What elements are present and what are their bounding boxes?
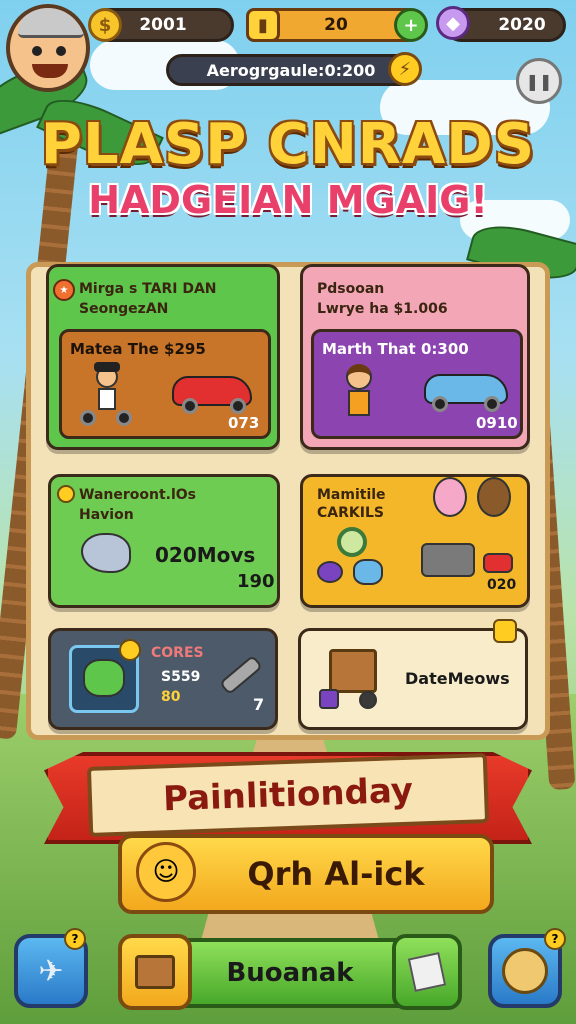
main-action-label: Buoanak [226, 958, 354, 988]
character-biker [80, 362, 132, 426]
add-energy-button[interactable]: + [394, 8, 428, 42]
gem-icon: ◆ [436, 6, 470, 40]
shop-card-cores[interactable]: CORES S559 80 7 [48, 628, 278, 730]
character-pink [433, 477, 467, 517]
energy-value: 20 [324, 15, 348, 35]
player-avatar[interactable] [6, 4, 90, 92]
sun-mascot-icon: ☺ [136, 842, 196, 902]
bundle-value: 020 [487, 577, 517, 593]
gems-value: 2020 [498, 15, 546, 35]
paper-icon [407, 952, 447, 992]
offer-label: Marth That 0:300 [322, 340, 469, 358]
timer-text: Aerogrgaule:0:200 [206, 60, 376, 80]
shop-card-bundles[interactable]: Mamitile CARKILS 020 [300, 474, 530, 608]
card-subheader: CARKILS [317, 505, 384, 521]
teapot-icon [353, 559, 383, 585]
wheel [432, 396, 448, 412]
wheel-block [319, 689, 339, 709]
crate-icon [329, 649, 377, 693]
item-big-label: 020Movs [155, 543, 256, 567]
energy-icon: ▮ [246, 8, 280, 42]
crates-label: DateMeows [405, 669, 510, 688]
compass-icon [502, 948, 548, 994]
coin-icon [493, 619, 517, 643]
crate-icon [135, 955, 175, 989]
purple-blob-icon [317, 561, 343, 583]
pause-icon: ❚❚ [525, 71, 553, 91]
event-timer: Aerogrgaule:0:200 [166, 54, 416, 86]
quick-action-label: Qrh Al-ick [247, 855, 425, 893]
offer-panel[interactable]: Matea The $295 073 [59, 329, 271, 439]
cores-header: CORES [151, 645, 204, 661]
card-header: Pdsooan [317, 281, 385, 297]
offer-value: 073 [228, 414, 260, 432]
tool-icon [219, 654, 263, 696]
wheel [182, 398, 198, 414]
shop-card-items[interactable]: Waneroont.lOs Havion 020Movs 190 [48, 474, 280, 608]
wheel [230, 398, 246, 414]
toolbox-icon [421, 543, 475, 577]
cores-line1: S559 [161, 669, 201, 685]
game-subtitle: HADGEIAN MGAIG! [88, 178, 488, 222]
offer-panel[interactable]: Marth That 0:300 0910 [311, 329, 523, 439]
card-subheader: Havion [79, 507, 134, 523]
offer-value: 0910 [476, 414, 518, 432]
coin-icon [57, 485, 75, 503]
shop-card-vehicles[interactable]: Mirga s TARI DAN SeongezAN ★ Matea The $… [46, 264, 280, 450]
wheel [484, 396, 500, 412]
cores-line2: 80 [161, 689, 181, 705]
airplane-icon: ✈ [38, 953, 64, 989]
card-subheader: SeongezAN [79, 301, 169, 317]
card-header: Waneroont.lOs [79, 487, 197, 503]
lightning-icon: ⚡ [388, 52, 422, 86]
character-brown [477, 477, 511, 517]
wheel-block [359, 691, 377, 709]
gift-button[interactable] [392, 934, 462, 1010]
badge-icon: ★ [53, 279, 75, 301]
card-header: Mamitile [317, 487, 386, 503]
shop-card-characters[interactable]: Pdsooan Lwrye ha $1.006 Marth That 0:300… [300, 264, 530, 450]
offer-label: Matea The $295 [70, 340, 206, 358]
fire-extinguisher-icon [483, 553, 513, 573]
shop-card-crates[interactable]: DateMeows [298, 619, 528, 730]
notification-badge: ? [64, 928, 86, 950]
character-girl [338, 364, 378, 430]
magnifier-icon [337, 527, 367, 557]
card-subheader: Lwrye ha $1.006 [317, 301, 448, 317]
cores-value: 7 [253, 695, 265, 714]
item-value: 190 [237, 571, 275, 592]
creature-icon [83, 659, 125, 697]
event-ribbon-label[interactable]: Painlitionday [86, 753, 490, 837]
whale-toy-icon [81, 533, 131, 573]
coin-icon: $ [88, 8, 122, 42]
coin-icon [119, 639, 141, 661]
coins-value: 2001 [139, 15, 187, 35]
notification-badge: ? [544, 928, 566, 950]
pause-button[interactable]: ❚❚ [516, 58, 562, 104]
card-header: Mirga s TARI DAN [79, 281, 217, 297]
crate-button[interactable] [118, 934, 192, 1010]
game-title: PLASP CNRADS [40, 112, 536, 177]
